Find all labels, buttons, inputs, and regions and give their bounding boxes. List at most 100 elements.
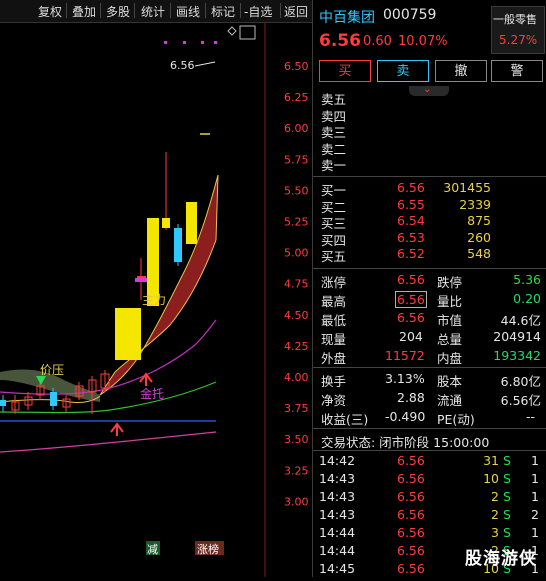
price-change-pct: 10.07% xyxy=(398,34,448,49)
kline-chart-svg: 6.56 6.50 6.25 6.00 5.75 5.50 5.25 5.00 4.75 4.5… xyxy=(0,23,309,577)
ask-row[interactable]: 卖三 xyxy=(313,122,546,140)
bid-row[interactable]: 买一 6.56 301455 xyxy=(313,180,546,198)
tick-count: 2 xyxy=(531,507,539,522)
candle xyxy=(186,202,197,244)
bid-row[interactable]: 买三 6.54 875 xyxy=(313,213,546,231)
stat-label: 内盘 xyxy=(437,351,463,366)
tick-row: 14:44 6.56 3 S 1 xyxy=(313,525,546,543)
sell-button[interactable]: 卖 xyxy=(377,60,429,82)
tick-time: 14:43 xyxy=(319,489,356,504)
kline-chart[interactable]: 6.56 6.50 6.25 6.00 5.75 5.50 5.25 5.00 4.75 4.5… xyxy=(0,23,312,577)
stat-label: 涨停 xyxy=(321,275,347,290)
candle xyxy=(11,395,20,414)
price-pressure-label: 价压 xyxy=(40,363,64,377)
level-volume: 260 xyxy=(467,229,491,245)
buy-button[interactable]: 买 xyxy=(319,60,371,82)
cancel-order-button[interactable]: 撤 xyxy=(435,60,487,82)
ask-row[interactable]: 卖一 xyxy=(313,155,546,173)
main-force-label: 主力 xyxy=(142,293,166,307)
tick-side: S xyxy=(503,471,511,486)
price-tick-label: 6.50 xyxy=(284,60,309,73)
toolbar-separator xyxy=(280,3,281,18)
diamond-icon[interactable] xyxy=(227,26,237,36)
price-tick-label: 6.25 xyxy=(284,91,309,104)
stat-label: 流通 xyxy=(437,393,463,408)
price-tick-label: 5.00 xyxy=(284,247,309,260)
level-volume: 301455 xyxy=(443,180,491,195)
ask-row[interactable]: 卖五 xyxy=(313,89,546,107)
tick-row: 14:43 6.56 10 S 1 xyxy=(313,471,546,489)
market-cap-value: 44.6亿 xyxy=(500,313,541,328)
price-tick-label: 5.50 xyxy=(284,184,309,197)
divider xyxy=(313,428,546,429)
tick-price: 6.56 xyxy=(397,525,425,540)
pe-value: -- xyxy=(525,409,535,424)
price-tick-label: 4.25 xyxy=(284,340,309,353)
price-tick-label: 4.75 xyxy=(284,278,309,291)
price-ticks: 6.50 6.25 6.00 5.75 5.50 5.25 5.00 4.75 4.50 4.25… xyxy=(284,60,309,508)
stat-label: 收益(三) xyxy=(321,412,369,427)
signal-dots xyxy=(164,41,217,44)
tick-time: 14:44 xyxy=(319,525,356,540)
alert-button[interactable]: 警 xyxy=(491,60,543,82)
trade-status: 交易状态: 闭市阶段 15:00:00 xyxy=(321,435,490,450)
ask-row[interactable]: 卖二 xyxy=(313,139,546,157)
ask-row[interactable]: 卖四 xyxy=(313,106,546,124)
divider xyxy=(313,268,546,269)
low-value: 6.56 xyxy=(397,310,425,325)
toolbar-remove-watchlist[interactable]: -自选 xyxy=(244,3,272,20)
toolbar-separator xyxy=(205,3,206,18)
tick-side: S xyxy=(503,453,511,468)
level-label: 买五 xyxy=(321,249,347,264)
stat-label: 最高 xyxy=(321,294,347,309)
stat-label: 股本 xyxy=(437,374,463,389)
tick-count: 1 xyxy=(531,453,539,468)
watermark: 股海游侠 xyxy=(465,549,537,569)
stat-label: PE(动) xyxy=(437,412,475,427)
toolbar-overlay[interactable]: 叠加 xyxy=(72,3,96,20)
bid-row[interactable]: 买四 6.53 260 xyxy=(313,230,546,248)
limit-up-value: 6.56 xyxy=(397,272,425,287)
sector-change-pct: 5.27% xyxy=(499,33,538,47)
price-tick-label: 3.50 xyxy=(284,433,309,446)
bid-row[interactable]: 买五 6.52 548 xyxy=(313,246,546,264)
price-tick-label: 3.00 xyxy=(284,495,309,508)
tick-time: 14:44 xyxy=(319,543,356,558)
candle xyxy=(174,224,182,266)
toolbar-restore-rights[interactable]: 复权 xyxy=(38,3,62,20)
candle xyxy=(115,308,141,360)
level-price: 6.55 xyxy=(397,196,425,212)
toolbar-statistics[interactable]: 统计 xyxy=(141,3,165,20)
bid-row[interactable]: 买二 6.55 2339 xyxy=(313,197,546,215)
frame-icon[interactable] xyxy=(239,25,256,40)
toolbar-mark[interactable]: 标记 xyxy=(211,3,235,20)
tick-price: 6.56 xyxy=(397,543,425,558)
red-up-arrow-icon xyxy=(139,372,153,386)
toolbar-separator xyxy=(240,3,241,18)
tick-side: S xyxy=(503,489,511,504)
tick-volume: 2 xyxy=(491,507,499,522)
last-price-tag: 6.56 xyxy=(170,59,195,72)
level-label: 卖一 xyxy=(321,158,347,173)
tick-price: 6.56 xyxy=(397,471,425,486)
red-up-arrow-icon xyxy=(110,422,124,436)
tick-volume: 2 xyxy=(491,489,499,504)
level-volume: 2339 xyxy=(459,196,491,212)
price-tick-label: 3.75 xyxy=(284,402,309,415)
candle xyxy=(0,395,6,412)
sector-label: 一般零售 xyxy=(493,13,537,26)
tick-time: 14:42 xyxy=(319,453,356,468)
toolbar-draw-line[interactable]: 画线 xyxy=(176,3,200,20)
stat-label: 市值 xyxy=(437,313,463,328)
divider xyxy=(313,367,546,368)
tick-time: 14:45 xyxy=(319,561,356,576)
stock-name: 中百集团 xyxy=(319,10,375,26)
gold-support-label: 金托 xyxy=(140,386,164,401)
toolbar-multi-stock[interactable]: 多股 xyxy=(106,3,130,20)
price-tick-label: 5.75 xyxy=(284,153,309,166)
net-asset-value: 2.88 xyxy=(397,390,425,405)
stat-label: 净资 xyxy=(321,393,347,408)
level-volume: 875 xyxy=(467,213,491,228)
toolbar-back[interactable]: 返回 xyxy=(284,3,308,20)
limit-down-value: 5.36 xyxy=(513,272,541,287)
